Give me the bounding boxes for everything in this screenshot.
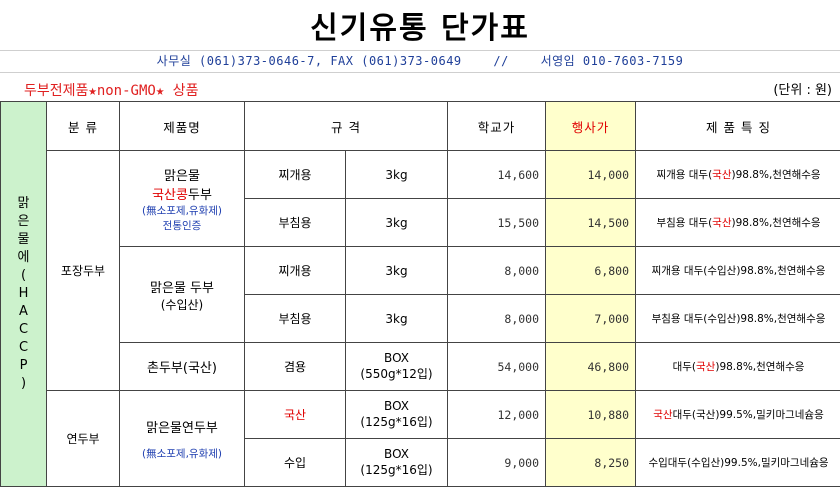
product-name: 맑은물연두부 (無소포제,유화제)	[119, 390, 245, 487]
feature-cell: 부침용 대두(수입산)98.8%,천연해수응	[635, 294, 840, 343]
product-name: 맑은물 국산콩두부 (無소포제,유화제) 전통인증	[119, 150, 245, 247]
unit-label: (단위 : 원)	[773, 83, 832, 98]
table-row: 포장두부 맑은물 국산콩두부 (無소포제,유화제) 전통인증 찌개용 3kg 1…	[1, 150, 840, 391]
product-name: 맑은물 두부 (수입산)	[119, 246, 245, 343]
spec-type: 찌개용	[244, 150, 346, 199]
spec-size: 3kg	[344, 150, 449, 199]
contact-separator: //	[493, 54, 509, 68]
school-price: 15,500	[447, 198, 547, 247]
header-features: 제 품 특 징	[635, 101, 840, 151]
feature-cell: 찌개용 대두(수입산)98.8%,천연해수응	[635, 246, 840, 295]
feature-cell: 찌개용 대두(국산)98.8%,천연해수응	[635, 150, 840, 199]
header-product: 제품명	[119, 101, 245, 151]
spec-type: 겸용	[244, 342, 346, 391]
person-contact: 서영임 010-7603-7159	[540, 54, 684, 68]
header-row: 맑 은 물 에(H A C C P) 분 류 제품명 규 격 학교가 행사가 제 품 특 징	[0, 101, 840, 487]
spec-type: 부침용	[244, 294, 346, 343]
spec-size: BOX (125g*16입)	[344, 390, 449, 439]
table-row: 촌두부(국산) 겸용 BOX (550g*12입) 54,000 46,800 대…	[1, 342, 840, 391]
school-price: 12,000	[447, 390, 547, 439]
category-cell: 연두부	[46, 390, 120, 487]
event-price: 46,800	[545, 342, 637, 391]
product-name: 촌두부(국산)	[119, 342, 245, 391]
event-price: 14,000	[545, 150, 637, 199]
category-cell: 포장두부	[46, 150, 120, 391]
feature-cell: 국산대두(국산)99.5%,밀키마그네슘응	[635, 390, 840, 439]
header-event-price: 행사가	[545, 101, 637, 151]
school-price: 14,600	[447, 150, 547, 199]
event-price: 6,800	[545, 246, 637, 295]
school-price: 8,000	[447, 294, 547, 343]
table-row: 맑은물 두부 (수입산) 찌개용 3kg 8,000 6,800 찌개용 대두(…	[1, 246, 840, 343]
spec-type: 찌개용	[244, 246, 346, 295]
side-label: 맑 은 물 에(H A C C P)	[0, 101, 47, 487]
feature-cell: 부침용 대두(국산)98.8%,천연해수응	[635, 198, 840, 247]
feature-cell: 대두(국산)98.8%,천연해수응	[635, 342, 840, 391]
price-table: 맑 은 물 에(H A C C P) 분 류 제품명 규 격 학교가 행사가 제 품 특 징 …	[0, 101, 840, 487]
school-price: 9,000	[447, 438, 547, 487]
event-price: 8,250	[545, 438, 637, 487]
spec-type: 국산	[244, 390, 346, 439]
feature-cell: 수입대두(수입산)99.5%,밀키마그네슘응	[635, 438, 840, 487]
header-school-price: 학교가	[447, 101, 547, 151]
spec-size: BOX (550g*12입)	[344, 342, 449, 391]
event-price: 7,000	[545, 294, 637, 343]
school-price: 54,000	[447, 342, 547, 391]
table-row: 연두부 맑은물연두부 (無소포제,유화제) 국산 BOX (125g*16입) 1…	[1, 390, 840, 487]
product-line-label: 두부전제품★non-GMO★ 상품	[24, 83, 199, 99]
spec-type: 수입	[244, 438, 346, 487]
spec-size: 3kg	[344, 198, 449, 247]
office-contact: 사무실 (061)373-0646-7, FAX (061)373-0649	[156, 54, 462, 68]
spec-size: 3kg	[344, 246, 449, 295]
sub-header: 두부전제품★non-GMO★ 상품 (단위 : 원)	[0, 80, 840, 102]
school-price: 8,000	[447, 246, 547, 295]
spec-size: BOX (125g*16입)	[344, 438, 449, 487]
page-title: 신기유통 단가표	[0, 0, 840, 51]
spec-size: 3kg	[344, 294, 449, 343]
spec-type: 부침용	[244, 198, 346, 247]
header-spec: 규 격	[243, 101, 449, 151]
event-price: 14,500	[545, 198, 637, 247]
header-category: 분 류	[46, 101, 120, 151]
contact-line: 사무실 (061)373-0646-7, FAX (061)373-0649 /…	[0, 50, 840, 73]
event-price: 10,880	[545, 390, 637, 439]
